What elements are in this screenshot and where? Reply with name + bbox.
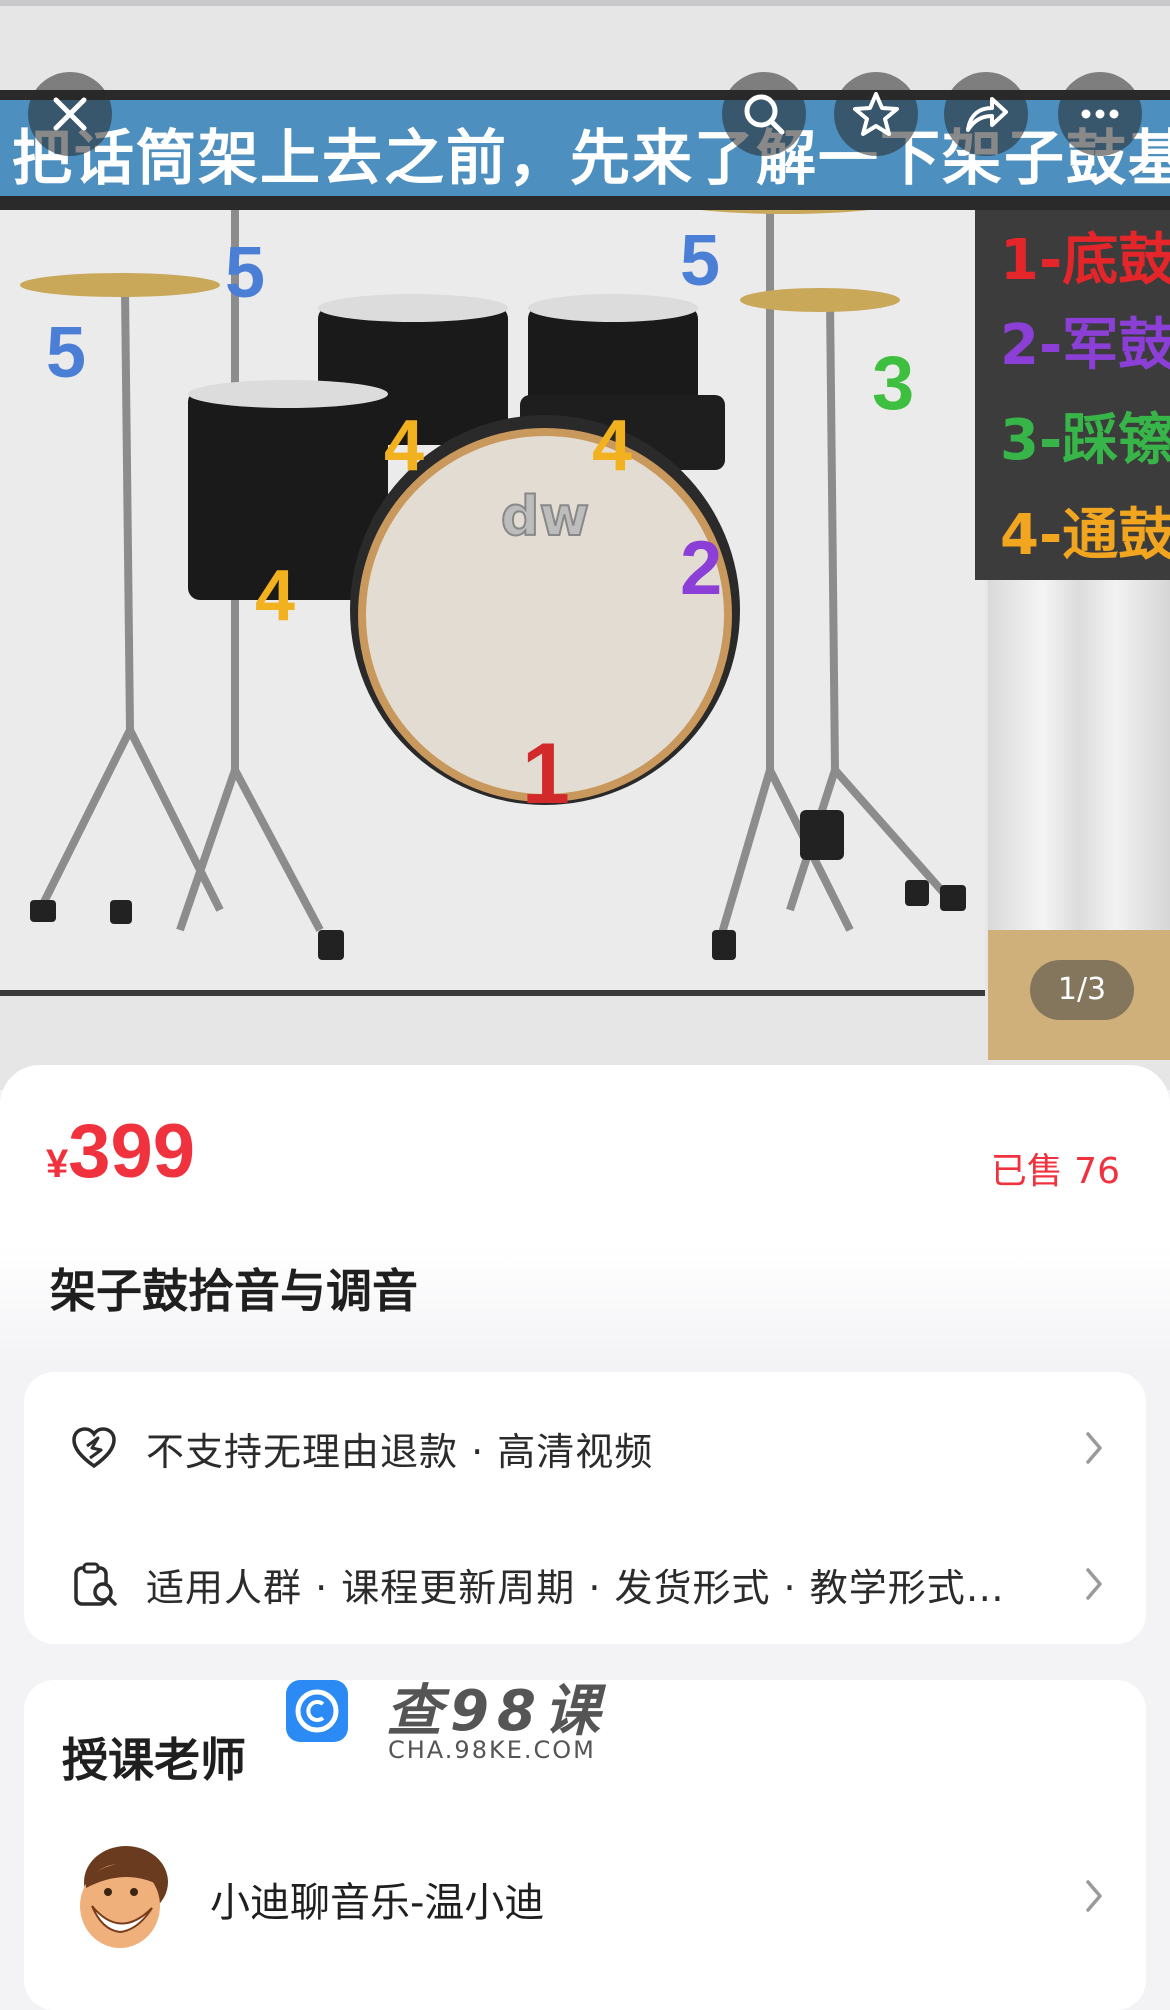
watermark-url: CHA.98KE.COM: [388, 1736, 596, 1764]
chevron-right-icon: [1086, 1568, 1102, 1600]
drum-kit-illustration: dw: [20, 210, 966, 960]
teacher-name[interactable]: 小迪聊音乐-温小迪: [210, 1870, 544, 1928]
more-button[interactable]: [1058, 72, 1142, 156]
search-icon: [744, 94, 785, 135]
chevron-right-icon: [1086, 1432, 1102, 1464]
drum-number: 4: [255, 556, 296, 636]
refund-shield-icon: [64, 1418, 124, 1478]
share-icon: [966, 97, 1008, 132]
legend-item: 3-踩镲: [1000, 408, 1170, 473]
close-icon: [53, 97, 87, 131]
details-row[interactable]: 适用人群 · 课程更新周期 · 发货形式 · 教学形式…: [24, 1524, 1146, 1644]
close-button[interactable]: [28, 72, 112, 156]
image-gallery[interactable]: 把话筒架上去之前，先来了解一下架子鼓基 dw 5 5 5 4 4 4 3 2 1…: [0, 0, 1170, 1090]
clipboard-search-icon: [64, 1554, 124, 1614]
drum-number: 4: [384, 406, 425, 486]
drum-number: 3: [872, 341, 915, 426]
drum-number: 2: [680, 526, 723, 611]
legend-item: 1-底鼓: [1000, 228, 1170, 293]
image-counter: 1/3: [1030, 960, 1134, 1020]
drum-number: 1: [522, 726, 570, 822]
favorite-button[interactable]: [834, 72, 918, 156]
teacher-card: 授课老师 查98课 CHA.98KE.COM 小迪聊音乐-温小迪: [24, 1679, 1146, 2010]
drum-number: 5: [680, 221, 721, 301]
drum-brand-logo: dw: [501, 485, 590, 548]
info-card: 不支持无理由退款 · 高清视频 适用人群 · 课程更新周期 · 发货形式 · 教…: [24, 1372, 1146, 1644]
search-button[interactable]: [722, 72, 806, 156]
chevron-right-icon[interactable]: [1082, 1876, 1106, 1916]
legend-item: 4-通鼓: [1000, 503, 1170, 568]
drum-number: 4: [592, 406, 633, 486]
drum-number: 5: [225, 233, 266, 313]
top-divider: [0, 0, 1170, 6]
details-text: 适用人群 · 课程更新周期 · 发货形式 · 教学形式…: [146, 1565, 1005, 1610]
avatar-icon: [80, 1846, 168, 1948]
currency-symbol: ¥: [46, 1142, 69, 1186]
price: ¥399: [46, 1108, 195, 1195]
teacher-heading: 授课老师: [62, 1733, 246, 1787]
watermark-logo-icon: [286, 1680, 348, 1742]
service-text: 不支持无理由退款 · 高清视频: [146, 1429, 654, 1474]
share-button[interactable]: [944, 72, 1028, 156]
legend-item: 2-军鼓: [1000, 313, 1170, 378]
watermark-title: 查98课: [386, 1679, 608, 1744]
teacher-avatar[interactable]: [68, 1840, 178, 1960]
more-icon: [1081, 109, 1119, 119]
price-value: 399: [68, 1109, 196, 1194]
product-title: 架子鼓拾音与调音: [50, 1264, 418, 1318]
star-icon: [853, 92, 899, 136]
service-row[interactable]: 不支持无理由退款 · 高清视频: [24, 1388, 1146, 1508]
drum-number: 5: [46, 313, 87, 393]
sold-count: 已售 76: [990, 1151, 1120, 1192]
